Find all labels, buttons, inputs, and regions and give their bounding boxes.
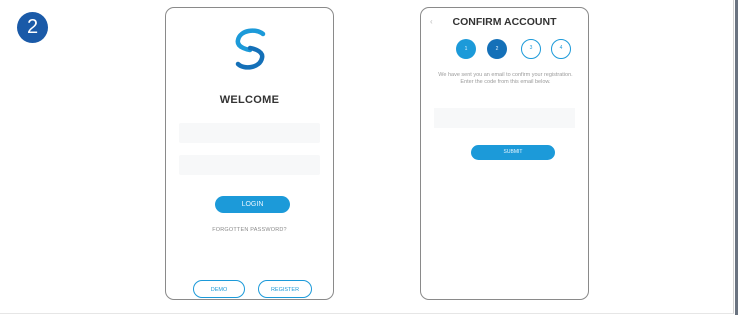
step-1-indicator: 1 xyxy=(456,39,476,59)
welcome-heading: WELCOME xyxy=(219,94,280,106)
forgot-password-link[interactable]: FORGOTTEN PASSWORD? xyxy=(166,227,333,233)
submit-button[interactable]: SUBMIT xyxy=(471,145,555,160)
page-frame xyxy=(0,0,734,314)
confirm-account-title: CONFIRM ACCOUNT xyxy=(452,16,557,28)
page-border xyxy=(735,0,738,315)
step-2-indicator: 2 xyxy=(487,39,507,59)
confirm-instructions: We have sent you an email to confirm you… xyxy=(438,72,573,85)
confirmation-code-field[interactable] xyxy=(434,108,575,128)
login-button[interactable]: LOGIN xyxy=(215,196,290,213)
username-field[interactable] xyxy=(179,123,320,143)
step-number-badge: 2 xyxy=(17,12,48,43)
password-field[interactable] xyxy=(179,155,320,175)
step-3-indicator: 3 xyxy=(521,39,541,59)
app-logo-icon xyxy=(235,28,266,70)
step-4-indicator: 4 xyxy=(551,39,571,59)
register-button[interactable]: REGISTER xyxy=(258,280,312,298)
demo-button[interactable]: DEMO xyxy=(193,280,245,298)
login-phone-screen: WELCOME LOGIN FORGOTTEN PASSWORD? DEMO R… xyxy=(165,7,334,300)
confirm-phone-screen: ‹ CONFIRM ACCOUNT 1 2 3 4 We have sent y… xyxy=(420,7,589,300)
